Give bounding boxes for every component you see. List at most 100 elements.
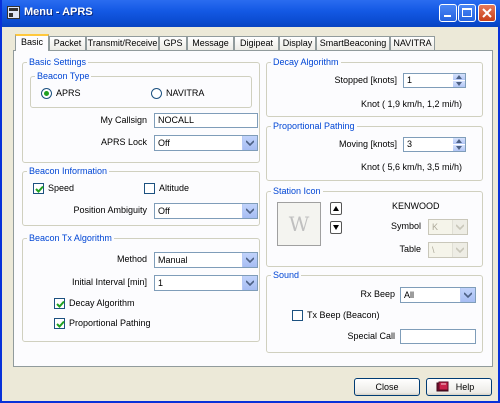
arrow-down-icon[interactable] [453,145,465,151]
table-select[interactable]: \ [428,242,468,258]
symbol-select[interactable]: K [428,219,468,235]
checkmark-icon [56,300,65,308]
tab-packet[interactable]: Packet [49,36,86,50]
beacon-tx-algorithm-group: Beacon Tx Algorithm Method Manual Initia… [22,233,260,342]
callsign-input[interactable]: NOCALL [154,113,258,128]
position-ambiguity-label: Position Ambiguity [73,205,147,215]
method-label: Method [116,254,147,264]
aprs-lock-select[interactable]: Off [154,135,258,151]
station-icon-title: Station Icon [271,186,323,196]
moving-value: 3 [407,139,413,149]
station-icon-group: Station Icon W KENWOOD Symbol K Table \ [266,186,483,267]
minimize-button[interactable] [439,4,457,22]
menu-window: Menu - APRS Basic Packet Transmit/Receiv… [0,0,500,403]
rx-beep-select[interactable]: All [400,287,476,303]
tab-message[interactable]: Message [187,36,234,50]
stopped-conversion-note: Knot ( 1,9 km/h, 1,2 mi/h) [361,99,463,109]
chevron-down-icon[interactable] [452,243,467,257]
basic-settings-group: Basic Settings Beacon Type APRS NAVITRA … [22,57,260,163]
beacon-information-title: Beacon Information [27,166,110,176]
speed-checkbox[interactable] [33,183,44,194]
moving-spinner[interactable]: 3 [403,137,466,152]
help-button[interactable]: Help [426,378,492,396]
table-label: Table [399,244,421,254]
special-call-input[interactable] [400,329,476,344]
rx-beep-label: Rx Beep [360,289,395,299]
chevron-down-icon[interactable] [460,288,475,302]
arrow-up-icon[interactable] [453,138,465,144]
rx-beep-value: All [404,290,415,300]
chevron-down-icon[interactable] [452,220,467,234]
minimize-icon [444,15,451,17]
table-value: \ [432,245,435,255]
tab-digipeat[interactable]: Digipeat [234,36,279,50]
navitra-radio[interactable] [151,88,162,99]
special-call-label: Special Call [347,331,395,341]
proportional-pathing-checkbox[interactable] [54,318,65,329]
decay-algorithm-checkbox[interactable] [54,298,65,309]
proportional-pathing-label: Proportional Pathing [69,318,151,328]
position-ambiguity-select[interactable]: Off [154,203,258,219]
chevron-down-icon[interactable] [242,136,257,150]
tx-beep-checkbox[interactable] [292,310,303,321]
tab-display[interactable]: Display [279,36,316,50]
close-window-button[interactable] [478,4,496,22]
app-menu-icon[interactable] [7,6,20,19]
aprs-lock-label: APRS Lock [100,137,147,147]
arrow-up-icon[interactable] [453,74,465,80]
proportional-pathing-group: Proportional Pathing Moving [knots] 3 Kn… [266,121,483,181]
help-book-icon [436,381,449,392]
altitude-checkbox[interactable] [144,183,155,194]
initial-interval-label: Initial Interval [min] [71,277,147,287]
arrow-down-icon [333,225,339,230]
initial-interval-value: 1 [158,278,164,288]
stopped-label: Stopped [knots] [334,75,397,85]
tx-beep-label: Tx Beep (Beacon) [307,310,380,320]
arrow-up-icon [333,206,339,211]
callsign-label: My Callsign [100,115,147,125]
stopped-spinner[interactable]: 1 [403,73,466,88]
navitra-radio-label: NAVITRA [166,88,205,98]
symbol-label: Symbol [390,221,421,231]
maximize-button[interactable] [458,4,476,22]
arrow-down-icon[interactable] [453,81,465,87]
chevron-down-icon[interactable] [242,204,257,218]
tab-basic[interactable]: Basic [15,34,49,51]
aprs-lock-value: Off [158,138,170,148]
chevron-down-icon[interactable] [242,253,257,267]
icon-next-button[interactable] [330,221,342,234]
moving-label: Moving [knots] [338,139,397,149]
help-button-label: Help [455,382,475,392]
basic-settings-title: Basic Settings [27,57,89,67]
sound-group: Sound Rx Beep All Tx Beep (Beacon) Speci… [266,270,483,353]
method-value: Manual [158,255,188,265]
method-select[interactable]: Manual [154,252,258,268]
tab-smartbeaconing[interactable]: SmartBeaconing [316,36,390,50]
initial-interval-select[interactable]: 1 [154,275,258,291]
window-title: Menu - APRS [24,6,93,18]
aprs-radio[interactable] [41,88,52,99]
decay-algorithm-group: Decay Algorithm Stopped [knots] 1 Knot (… [266,57,483,117]
chevron-down-icon[interactable] [242,276,257,290]
maximize-icon [462,8,472,17]
radio-selected-dot [44,91,49,96]
kenwood-label: KENWOOD [392,201,440,211]
altitude-label: Altitude [159,183,190,193]
close-button[interactable]: Close [354,378,420,396]
tab-navitra[interactable]: NAVITRA [390,36,435,50]
beacon-type-title: Beacon Type [35,71,92,81]
tab-panel-basic: Basic Settings Beacon Type APRS NAVITRA … [13,50,493,367]
icon-prev-button[interactable] [330,202,342,215]
tab-transmit-receive[interactable]: Transmit/Receive [86,36,159,50]
symbol-value: K [432,222,439,232]
title-bar[interactable]: Menu - APRS [2,0,500,27]
decay-algorithm-title: Decay Algorithm [271,57,341,67]
close-icon [482,8,492,18]
tab-gps[interactable]: GPS [159,36,187,50]
checkmark-icon [56,320,65,328]
close-button-label: Close [375,382,399,392]
position-ambiguity-value: Off [158,206,170,216]
sound-title: Sound [271,270,302,280]
beacon-information-group: Beacon Information Speed Altitude Positi… [22,166,260,226]
speed-label: Speed [48,183,75,193]
